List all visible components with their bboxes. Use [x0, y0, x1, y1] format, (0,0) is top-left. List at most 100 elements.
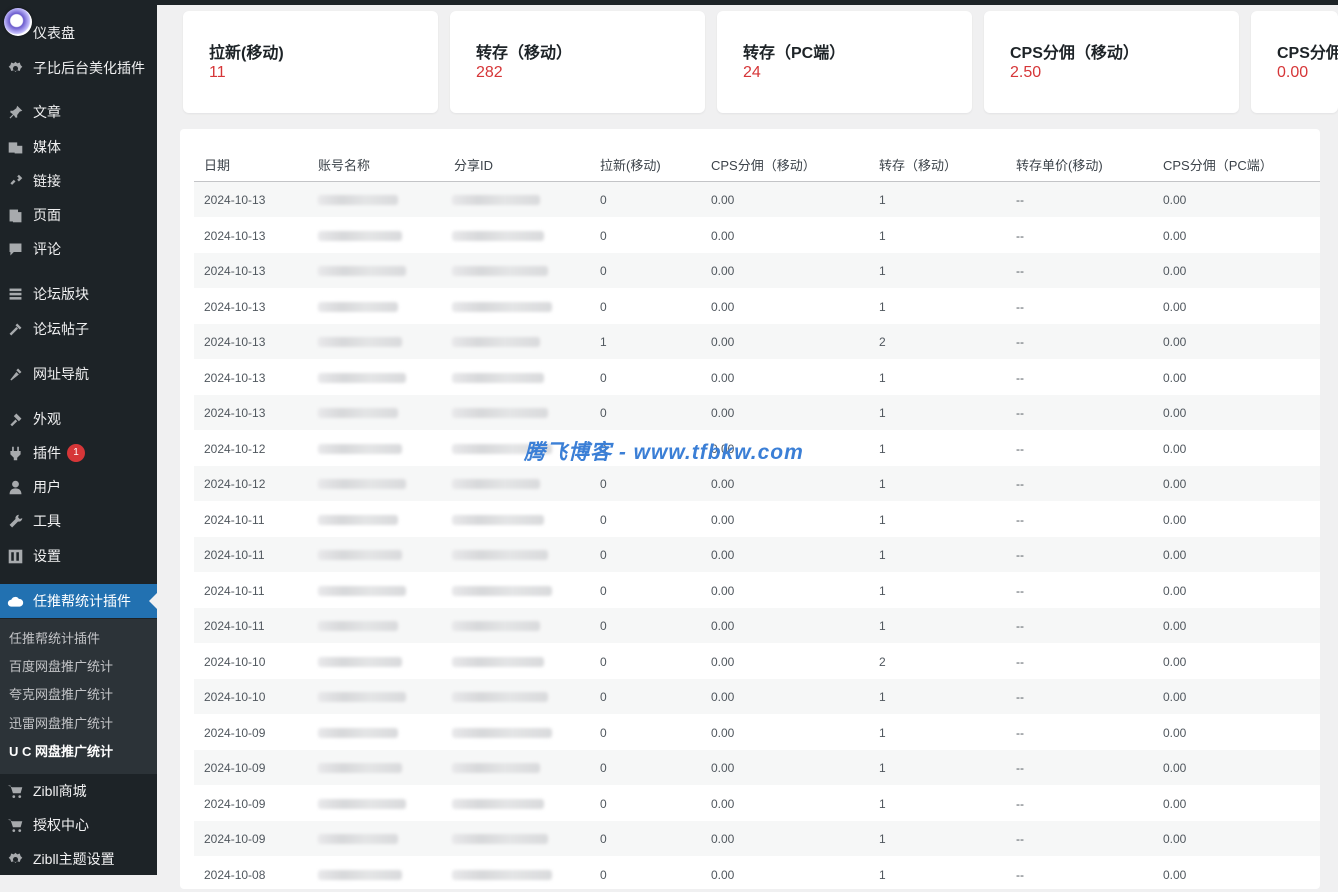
table-cell: 0.00 — [1163, 512, 1187, 527]
sidebar-item-2[interactable]: 文章 — [0, 95, 157, 129]
table-cell: 0 — [600, 193, 607, 207]
table-cell: 2024-10-13 — [204, 370, 266, 385]
table-cell: 1 — [879, 548, 886, 562]
column-header[interactable]: CPS分佣（移动） — [711, 155, 816, 174]
table-row: 2024-10-09 0 0.00 1 -- 0.00 — [194, 786, 1320, 821]
sidebar-item-6[interactable]: 评论 — [0, 232, 157, 266]
table-cell: 0.00 — [1163, 619, 1187, 633]
table-cell: 0 — [600, 228, 607, 243]
redacted-account-name — [318, 798, 406, 809]
stat-card-value: 11 — [209, 64, 226, 81]
stat-card-value: 0.00 — [1277, 64, 1309, 81]
sidebar-item-3[interactable]: 媒体 — [0, 130, 157, 164]
table-cell: 0.00 — [711, 654, 735, 669]
table-row: 2024-10-11 0 0.00 1 -- 0.00 — [194, 537, 1320, 572]
sidebar-item-18[interactable]: Zibll主题设置 — [0, 842, 157, 875]
redacted-share-id — [452, 585, 552, 596]
sidebar-item-11[interactable]: 插件 1 — [0, 436, 157, 470]
table-cell: 0.00 — [1163, 690, 1187, 704]
gear-icon — [6, 59, 24, 77]
table-cell: -- — [1016, 796, 1024, 811]
table-cell: 1 — [879, 264, 886, 278]
table-cell: 2024-10-13 — [204, 193, 266, 207]
submenu-item-4[interactable]: U C 网盘推广统计 — [9, 742, 113, 762]
sidebar-item-label: Zibll主题设置 — [33, 851, 115, 867]
table-row: 2024-10-13 1 0.00 2 -- 0.00 — [194, 324, 1320, 359]
sidebar-item-5[interactable]: 页面 — [0, 198, 157, 232]
sidebar-item-1[interactable]: 子比后台美化插件 — [0, 51, 157, 85]
redacted-account-name — [318, 372, 406, 383]
redacted-share-id — [452, 230, 544, 241]
table-cell: 0.00 — [711, 228, 735, 243]
table-cell: 2024-10-11 — [204, 512, 265, 527]
redacted-account-name — [318, 656, 402, 667]
stat-card-title: 拉新(移动) — [209, 45, 284, 62]
table-cell: -- — [1016, 477, 1024, 491]
update-count-badge: 1 — [67, 444, 85, 462]
table-cell: 0.00 — [1163, 761, 1187, 775]
redacted-share-id — [452, 479, 540, 489]
redacted-share-id — [452, 372, 544, 383]
link-icon — [6, 172, 24, 190]
table-cell: 2024-10-09 — [204, 796, 266, 811]
table-cell: 0 — [600, 725, 607, 740]
table-cell: 2024-10-11 — [204, 619, 265, 633]
plugin-submenu: 任推帮统计插件 百度网盘推广统计 夸克网盘推广统计 迅雷网盘推广统计 U C 网盘推广统… — [0, 619, 157, 774]
column-header[interactable]: 分享ID — [454, 155, 493, 174]
sidebar-item-13[interactable]: 工具 — [0, 504, 157, 538]
table-cell: -- — [1016, 264, 1024, 278]
column-header[interactable]: 日期 — [204, 155, 230, 174]
column-header[interactable]: CPS分佣（PC端） — [1163, 155, 1273, 174]
brush-icon — [6, 365, 24, 383]
sidebar-item-14[interactable]: 设置 — [0, 539, 157, 573]
table-cell: 0.00 — [711, 299, 735, 314]
sidebar-item-7[interactable]: 论坛版块 — [0, 277, 157, 311]
table-cell: 1 — [879, 228, 886, 243]
sidebar-item-4[interactable]: 链接 — [0, 164, 157, 198]
sidebar-item-9[interactable]: 网址导航 — [0, 357, 157, 391]
sidebar-item-label: 外观 — [33, 411, 61, 427]
submenu-item-2[interactable]: 夸克网盘推广统计 — [9, 685, 113, 705]
table-cell: -- — [1016, 335, 1024, 349]
sidebar-item-16[interactable]: Zibll商城 — [0, 774, 157, 808]
sidebar-item-8[interactable]: 论坛帖子 — [0, 312, 157, 346]
table-cell: 2024-10-13 — [204, 299, 266, 314]
column-header[interactable]: 转存（移动） — [879, 155, 957, 174]
column-header[interactable]: 账号名称 — [318, 155, 370, 174]
redacted-account-name — [318, 514, 398, 525]
sidebar-item-12[interactable]: 用户 — [0, 470, 157, 504]
table-cell: 2024-10-13 — [204, 264, 266, 278]
table-cell: -- — [1016, 583, 1024, 598]
redacted-share-id — [452, 301, 552, 312]
stat-card-value: 2.50 — [1010, 64, 1042, 81]
table-cell: -- — [1016, 725, 1024, 740]
redacted-account-name — [318, 443, 402, 454]
table-cell: 1 — [879, 512, 886, 527]
table-cell: 1 — [879, 796, 886, 811]
sidebar-item-label: 授权中心 — [33, 817, 89, 833]
sidebar-item-10[interactable]: 外观 — [0, 402, 157, 436]
column-header[interactable]: 转存单价(移动) — [1016, 155, 1103, 174]
table-cell: -- — [1016, 406, 1024, 420]
table-cell: 0.00 — [711, 796, 735, 811]
submenu-item-0[interactable]: 任推帮统计插件 — [9, 629, 100, 649]
table-row: 2024-10-09 0 0.00 1 -- 0.00 — [194, 821, 1320, 856]
table-cell: 0.00 — [711, 832, 735, 846]
stat-card-value: 24 — [743, 64, 761, 81]
sidebar-item-0[interactable]: 仪表盘 — [0, 16, 157, 50]
sidebar-item-label: 工具 — [33, 513, 61, 529]
redacted-account-name — [318, 692, 406, 702]
stats-table-panel: 日期 账号名称 分享ID 拉新(移动) CPS分佣（移动） 转存（移动） 转存单价(移动) C… — [180, 129, 1320, 889]
submenu-item-1[interactable]: 百度网盘推广统计 — [9, 657, 113, 677]
sidebar-item-15[interactable]: 任推帮统计插件 — [0, 584, 157, 618]
redacted-share-id — [452, 798, 544, 809]
table-cell: 0.00 — [1163, 583, 1187, 598]
table-cell: -- — [1016, 441, 1024, 456]
column-header[interactable]: 拉新(移动) — [600, 155, 661, 174]
table-cell: 1 — [600, 335, 607, 349]
table-cell: 1 — [879, 406, 886, 420]
table-cell: 0.00 — [711, 619, 735, 633]
submenu-item-3[interactable]: 迅雷网盘推广统计 — [9, 714, 113, 734]
table-row: 2024-10-11 0 0.00 1 -- 0.00 — [194, 502, 1320, 537]
sidebar-item-17[interactable]: 授权中心 — [0, 808, 157, 842]
